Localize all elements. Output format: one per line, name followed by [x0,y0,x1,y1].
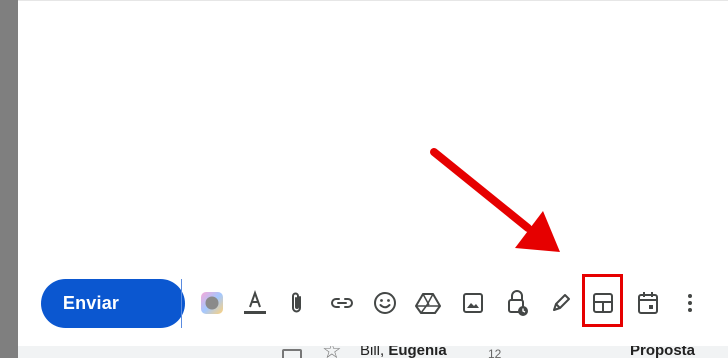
text-format-button[interactable] [237,285,273,321]
table-row[interactable]: ☆ Bill, Eugenia 12 Proposta [278,346,728,358]
compose-top-border [18,0,728,1]
insert-link-button[interactable] [324,285,360,321]
signature-color-icon [201,292,223,314]
schedule-event-icon [638,292,658,314]
link-icon [331,298,353,308]
photo-icon [463,293,483,313]
confidential-mode-icon [508,290,528,316]
schedule-event-button[interactable] [630,285,666,321]
send-button-group: Enviar [41,279,209,328]
attach-icon [292,292,301,313]
sender-bold: Eugenia [388,346,447,358]
confidential-mode-button[interactable] [499,285,535,321]
send-button[interactable]: Enviar [41,279,141,328]
annotation-arrow-icon [430,148,560,252]
more-options-icon [688,294,692,312]
highlight-box [582,274,623,327]
drive-icon [415,293,441,314]
row-checkbox[interactable] [282,349,302,358]
row-sender: Bill, Eugenia [360,346,447,358]
thread-count: 12 [488,347,502,358]
insert-photo-button[interactable] [455,285,491,321]
star-icon[interactable]: ☆ [322,346,342,358]
signature-color-button[interactable] [194,285,230,321]
insert-emoji-button[interactable] [367,285,403,321]
pen-signature-icon [553,294,570,311]
sender-prefix: Bill, [360,346,385,358]
more-options-button[interactable] [672,285,708,321]
text-format-icon [244,290,266,314]
insert-signature-button[interactable] [543,285,579,321]
background-mail-list: ☆ Bill, Eugenia 12 Proposta [18,346,728,358]
emoji-icon [374,292,396,314]
attach-button[interactable] [279,285,315,321]
insert-drive-button[interactable] [410,285,446,321]
row-subject: Proposta [630,346,696,358]
